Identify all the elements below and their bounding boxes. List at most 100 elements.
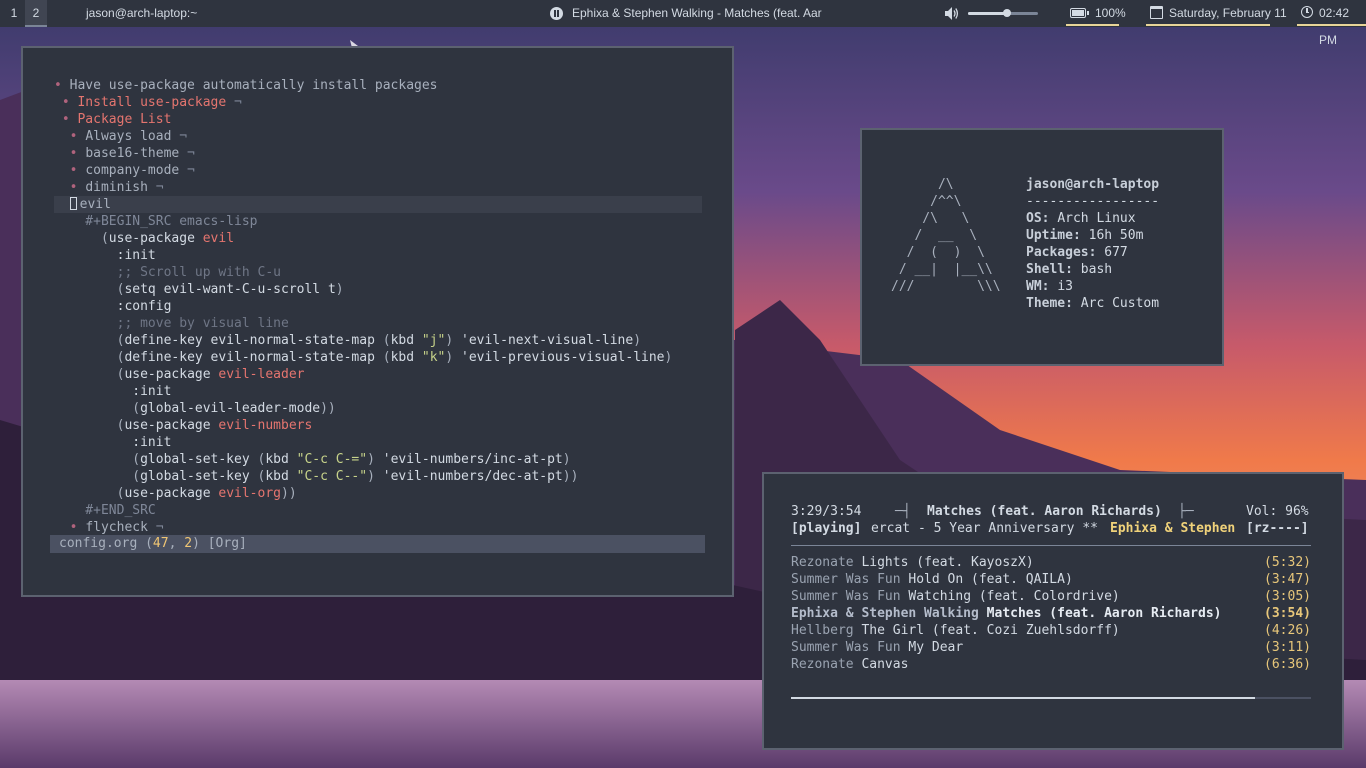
info-value: Arc Custom — [1080, 296, 1160, 311]
title-frame-right: ├─ — [1178, 504, 1194, 519]
info-value: i3 — [1057, 279, 1073, 294]
buffer-line[interactable]: (define-key evil-normal-state-map (kbd "… — [54, 349, 673, 366]
buffer-line[interactable]: #+END_SRC — [54, 502, 155, 519]
buffer-text: ¬ — [179, 163, 195, 178]
workspace-2-button[interactable]: 2 — [25, 0, 47, 27]
neofetch-divider: ----------------- — [1026, 194, 1160, 209]
playlist-row[interactable]: Summer Was Fun Watching (feat. Colordriv… — [791, 588, 1311, 605]
buffer-line[interactable]: (use-package evil — [54, 230, 234, 247]
playlist-row[interactable]: Hellberg The Girl (feat. Cozi Zuehlsdorf… — [791, 622, 1311, 639]
top-status-bar: 1 2 jason@arch-laptop:~ Ephixa & Stephen… — [0, 0, 1366, 47]
now-playing-text[interactable]: Ephixa & Stephen Walking - Matches (feat… — [572, 0, 822, 27]
track-title: Lights (feat. KayoszX) — [861, 555, 1034, 570]
buffer-text: #+BEGIN_SRC emacs-lisp — [54, 214, 258, 229]
buffer-text: define-key evil-normal-state-map — [124, 350, 383, 365]
buffer-text: • — [54, 129, 86, 144]
playlist-row[interactable]: Rezonate Canvas (6:36) — [791, 656, 1311, 673]
buffer-line[interactable]: • diminish ¬ — [54, 179, 164, 196]
modeline-text: [Org] — [207, 536, 247, 551]
volume-slider-knob[interactable] — [1002, 9, 1011, 17]
buffer-line[interactable]: ;; Scroll up with C-u — [54, 264, 281, 281]
track-title: Canvas — [861, 657, 909, 672]
buffer-text: evil — [202, 231, 235, 246]
buffer-line[interactable]: (use-package evil-org)) — [54, 485, 297, 502]
buffer-text: ( — [54, 486, 125, 501]
buffer-text: evil-org — [218, 486, 281, 501]
buffer-line[interactable]: • Always load ¬ — [54, 128, 187, 145]
buffer-text: base16-theme — [85, 146, 180, 161]
pause-icon[interactable] — [550, 7, 563, 20]
ncmpcpp-terminal-window[interactable]: 3:29/3:54 ─┤ Matches (feat. Aaron Richar… — [762, 472, 1344, 750]
track-artist: Rezonate — [791, 555, 862, 570]
buffer-line[interactable]: :init — [54, 247, 156, 264]
info-key: WM — [1026, 279, 1042, 294]
buffer-text: "k" — [421, 350, 446, 365]
buffer-text: diminish — [85, 180, 148, 195]
buffer-line[interactable]: (global-set-key (kbd "C-c C-=") 'evil-nu… — [54, 451, 570, 468]
track-duration: (5:32) — [1264, 555, 1311, 570]
buffer-text: "j" — [421, 333, 446, 348]
neofetch-terminal-window[interactable]: /\ /^^\ /\ \ / __ \ / ( ) \ / __| |__\\ /… — [860, 128, 1224, 366]
buffer-text: Have use-package automatically install p… — [69, 78, 438, 93]
title-frame-left: ─┤ — [895, 504, 911, 519]
volume-icon[interactable] — [945, 7, 959, 20]
info-key: Shell — [1026, 262, 1066, 277]
info-row: Theme: Arc Custom — [1026, 296, 1160, 311]
buffer-line[interactable]: evil — [54, 196, 111, 213]
buffer-text: ( — [54, 469, 141, 484]
volume-slider[interactable] — [968, 9, 1038, 17]
buffer-line[interactable]: :init — [54, 434, 171, 451]
buffer-line[interactable]: :config — [54, 298, 172, 315]
buffer-text: ( — [54, 418, 125, 433]
track-duration: (3:05) — [1264, 589, 1311, 604]
buffer-text: kbd — [265, 452, 297, 467]
buffer-text: :config — [54, 299, 172, 314]
playlist-row[interactable]: Summer Was Fun Hold On (feat. QAILA) (3:4… — [791, 571, 1311, 588]
info-row: Packages: 677 — [1026, 245, 1128, 260]
buffer-text: ( — [54, 367, 125, 382]
buffer-line[interactable]: #+BEGIN_SRC emacs-lisp — [54, 213, 258, 230]
workspace-1-button[interactable]: 1 — [3, 0, 25, 27]
buffer-text: "C-c C--" — [296, 469, 368, 484]
track-artist: Rezonate — [791, 657, 862, 672]
playlist-row[interactable]: Rezonate Lights (feat. KayoszX) (5:32) — [791, 554, 1311, 571]
buffer-text: • — [54, 180, 86, 195]
buffer-text: ) — [335, 282, 344, 297]
current-song-title: Matches (feat. Aaron Richards) — [927, 504, 1162, 519]
track-title: My Dear — [908, 640, 964, 655]
buffer-text: )) — [562, 469, 579, 484]
buffer-line[interactable]: (global-evil-leader-mode)) — [54, 400, 336, 417]
info-key: Theme — [1026, 296, 1066, 311]
buffer-line[interactable]: (use-package evil-leader — [54, 366, 305, 383]
track-artist: Summer Was Fun — [791, 589, 909, 604]
playlist-row[interactable]: Ephixa & Stephen Walking Matches (feat. … — [791, 605, 1311, 622]
song-progress-bar[interactable] — [791, 697, 1311, 699]
date-text[interactable]: Saturday, February 11 — [1169, 0, 1287, 27]
info-row: Uptime: 16h 50m — [1026, 228, 1144, 243]
volume-text: Vol: 96% — [1246, 504, 1309, 519]
buffer-line[interactable]: (global-set-key (kbd "C-c C--") 'evil-nu… — [54, 468, 578, 485]
info-key: Uptime — [1026, 228, 1073, 243]
buffer-line[interactable]: • company-mode ¬ — [54, 162, 195, 179]
buffer-line[interactable]: (use-package evil-numbers — [54, 417, 313, 434]
buffer-text: use-package — [124, 367, 219, 382]
buffer-line[interactable]: • flycheck ¬ — [54, 519, 164, 536]
buffer-line[interactable]: (define-key evil-normal-state-map (kbd "… — [54, 332, 641, 349]
buffer-line[interactable]: • Package List — [54, 111, 172, 128]
buffer-line[interactable]: :init — [54, 383, 171, 400]
buffer-line[interactable]: • base16-theme ¬ — [54, 145, 195, 162]
buffer-line[interactable]: • Have use-package automatically install… — [54, 77, 438, 94]
emacs-window[interactable]: • Have use-package automatically install… — [21, 46, 734, 597]
buffer-line[interactable]: ;; move by visual line — [54, 315, 289, 332]
buffer-text: use-package — [108, 231, 203, 246]
buffer-line[interactable]: • Install use-package ¬ — [54, 94, 242, 111]
buffer-line[interactable]: (setq evil-want-C-u-scroll t) — [54, 281, 344, 298]
playlist-row[interactable]: Summer Was Fun My Dear (3:11) — [791, 639, 1311, 656]
clock-text[interactable]: 02:42 PM — [1319, 0, 1366, 54]
buffer-text: ;; Scroll up with C-u — [54, 265, 281, 280]
buffer-text: ( — [54, 401, 141, 416]
buffer-text: • — [54, 78, 70, 93]
date-underline — [1146, 24, 1270, 26]
info-row: WM: i3 — [1026, 279, 1073, 294]
logo-line: /\ \ — [891, 211, 970, 226]
